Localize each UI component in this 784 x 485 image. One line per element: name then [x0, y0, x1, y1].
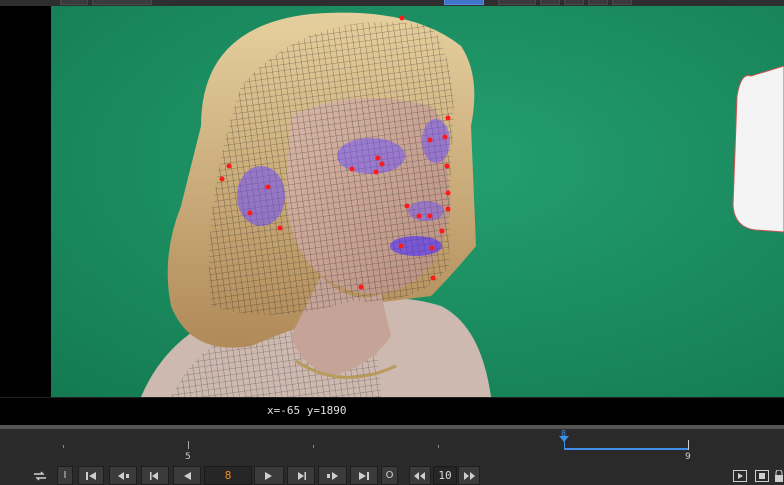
- out-point-label: O: [385, 470, 394, 481]
- play-backward-icon[interactable]: [173, 466, 201, 485]
- decrement-icon[interactable]: [409, 466, 431, 485]
- light-panel: [732, 65, 784, 233]
- greenscreen-frame: [51, 6, 784, 397]
- far-eye-region: [422, 119, 450, 163]
- timeline-tick: [313, 445, 314, 448]
- current-frame-field[interactable]: 8: [204, 466, 252, 485]
- step-forward-icon[interactable]: [287, 466, 315, 485]
- eye-region: [337, 138, 405, 174]
- step-increment-field[interactable]: 10: [433, 466, 457, 485]
- toolbar-button[interactable]: [588, 0, 608, 5]
- timeline-tick: [63, 445, 64, 448]
- toolbar-dropdown[interactable]: [92, 0, 152, 5]
- stop-icon[interactable]: [753, 466, 771, 485]
- timeline-label: 5: [185, 452, 191, 462]
- lips-region: [390, 236, 442, 256]
- transport-controls: I 8 O 10: [0, 462, 784, 485]
- toolbar-button[interactable]: [564, 0, 584, 5]
- nose-region: [408, 201, 444, 221]
- viewer-panel[interactable]: [0, 6, 784, 397]
- timeline[interactable]: 5 9 8: [0, 429, 784, 462]
- timeline-range-end: [688, 440, 689, 450]
- skip-to-end-icon[interactable]: [350, 466, 378, 485]
- toolbar-button[interactable]: [540, 0, 560, 5]
- in-point-label: I: [63, 470, 67, 481]
- skip-to-start-icon[interactable]: [78, 466, 104, 485]
- prev-keyframe-icon[interactable]: [109, 466, 137, 485]
- play-right-icon[interactable]: [731, 466, 749, 485]
- toolbar-button[interactable]: [498, 0, 536, 5]
- timeline-tick: [438, 445, 439, 448]
- timeline-range: [564, 448, 688, 450]
- increment-icon[interactable]: [458, 466, 480, 485]
- viewer-image[interactable]: [51, 6, 784, 397]
- playhead-frame-label: 8: [561, 429, 567, 438]
- coordinate-readout: x=-65 y=1890: [267, 404, 347, 417]
- out-point-button[interactable]: O: [381, 466, 398, 485]
- ear-region: [237, 166, 285, 226]
- step-back-icon[interactable]: [141, 466, 169, 485]
- viewer-info-bar: x=-65 y=1890: [0, 397, 784, 425]
- toolbar-active-button[interactable]: [444, 0, 484, 5]
- loop-icon[interactable]: [28, 466, 52, 485]
- lock-icon[interactable]: [774, 466, 784, 485]
- timeline-label: 9: [685, 452, 691, 462]
- next-keyframe-icon[interactable]: [318, 466, 347, 485]
- play-forward-icon[interactable]: [254, 466, 284, 485]
- toolbar-button[interactable]: [612, 0, 632, 5]
- timeline-tick-major: [188, 441, 189, 449]
- in-point-button[interactable]: I: [57, 466, 73, 485]
- toolbar-button[interactable]: [60, 0, 88, 5]
